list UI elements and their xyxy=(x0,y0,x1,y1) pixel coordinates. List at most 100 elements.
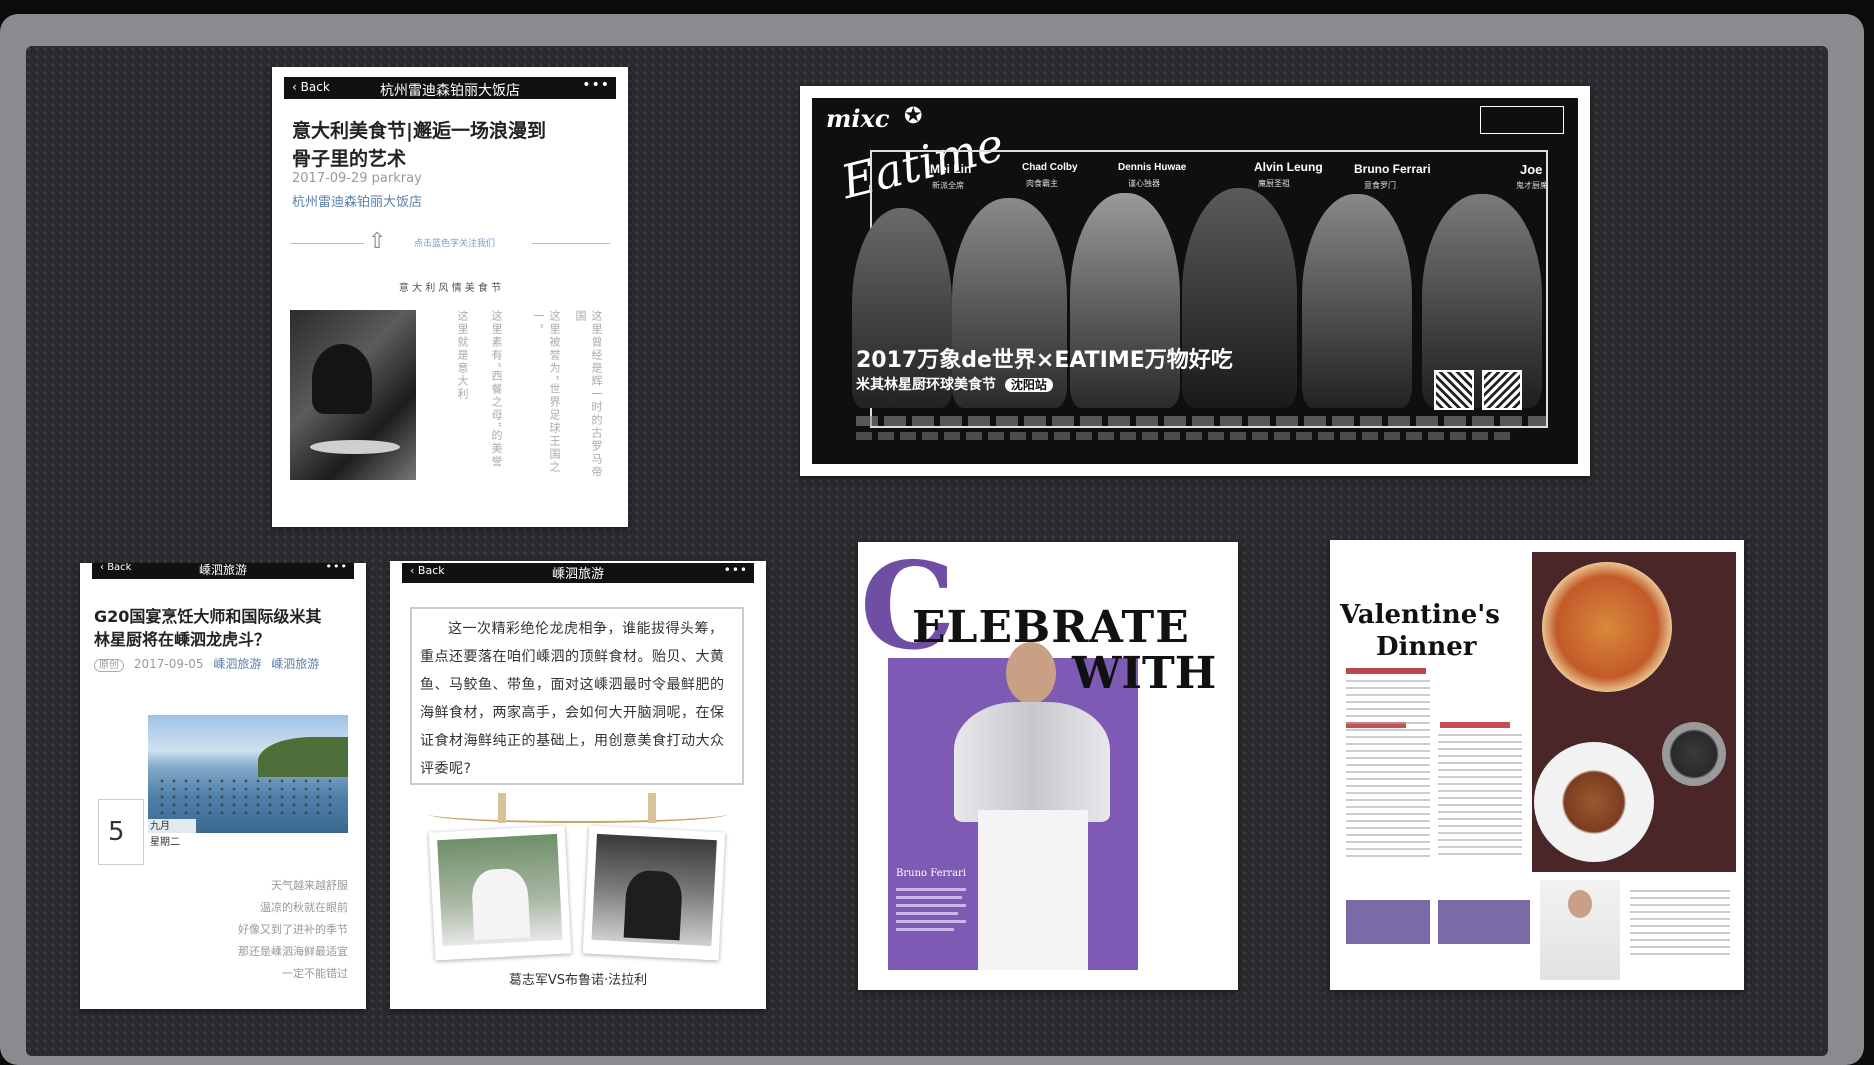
text-column-left xyxy=(1346,680,1430,860)
qr-code-1 xyxy=(1434,370,1474,410)
nav-title: 嵊泗旅游 xyxy=(198,563,247,577)
chef-whites-left xyxy=(470,867,531,941)
body-line xyxy=(896,888,966,891)
magazine-celebrate[interactable]: C ELEBRATE WITH Bruno Ferrari xyxy=(858,542,1238,990)
chef-title-5: 意食罗门 xyxy=(1364,181,1396,190)
divider-right xyxy=(532,243,610,244)
chef-title-4: 魔厨圣祖 xyxy=(1258,179,1290,188)
poster-headline: 2017万象de世界×EATIME万物好吃 xyxy=(856,348,1233,373)
chef-name-3: Dennis Huwae xyxy=(1118,162,1187,173)
chef-small-head xyxy=(1568,890,1592,918)
body-line xyxy=(896,912,958,915)
article-account-link[interactable]: 嵊泗旅游 xyxy=(271,657,319,671)
text-column-bottom-right xyxy=(1630,890,1730,960)
article-card-shengsi[interactable]: ‹ Back 嵊泗旅游 ••• G20国宴烹饪大师和国际级米其 林星厨将在嵊泗龙… xyxy=(80,563,366,1009)
magazine-valentines[interactable]: Valentine's Dinner xyxy=(1330,540,1744,990)
poem-lines: 天气越来越舒服 温凉的秋就在眼前 好像又到了进补的季节 那还是嵊泗海鲜最适宜 一… xyxy=(238,879,348,980)
chef-photo xyxy=(290,310,416,480)
chef-caption-name: Bruno Ferrari xyxy=(896,868,967,879)
nav-bar: ‹ Back 嵊泗旅游 ••• xyxy=(92,563,354,579)
food-photo xyxy=(1532,552,1736,872)
poster-footer-info-2 xyxy=(856,432,1516,440)
poster-subline: 米其林星厨环球美食节 沈阳站 xyxy=(856,374,1053,394)
vertical-text-3: 这里被誉为“世界足球王国之一” xyxy=(532,310,561,474)
valentines-title-line2: Dinner xyxy=(1376,632,1477,662)
chef-name-4: Alvin Leung xyxy=(1254,160,1323,174)
star-emblem-icon: ✪ xyxy=(904,104,923,129)
partner-logos xyxy=(1480,106,1564,134)
chef-figure-5 xyxy=(1302,194,1412,408)
chef-name-2: Chad Colby xyxy=(1022,162,1078,173)
more-icon[interactable]: ••• xyxy=(724,563,748,577)
body-line xyxy=(896,904,966,907)
up-arrow-icon: ⇧ xyxy=(368,229,387,254)
red-heading-3 xyxy=(1440,722,1510,728)
boats-pattern xyxy=(156,777,336,817)
chef-title-1: 新派全席 xyxy=(932,181,964,190)
clip-left xyxy=(498,793,506,823)
pizza-shape xyxy=(1542,562,1672,692)
valentines-title-line1: Valentine's xyxy=(1340,600,1500,630)
article-card-hangzhou[interactable]: ‹ Back 杭州雷迪森铂丽大饭店 ••• 意大利美食节|邂逅一场浪漫到 骨子里… xyxy=(272,67,628,527)
nav-bar: ‹ Back 嵊泗旅游 ••• xyxy=(402,563,754,583)
date-day: 5 xyxy=(108,817,125,847)
purple-box-2 xyxy=(1438,900,1530,944)
divider-left xyxy=(290,243,364,244)
poster-background: mixc ✪ Eatime Mei Lin 新派全席 Chad Colby 肉食… xyxy=(812,98,1578,464)
chef-title-3: 谨心独器 xyxy=(1128,179,1160,188)
article-account[interactable]: 嵊泗旅游 xyxy=(213,657,261,671)
red-heading-1 xyxy=(1346,668,1426,674)
nav-bar: ‹ Back 杭州雷迪森铂丽大饭店 ••• xyxy=(284,77,616,99)
chef-name-5: Bruno Ferrari xyxy=(1354,162,1431,176)
polaroid-left xyxy=(428,825,572,961)
hanging-string xyxy=(428,805,728,823)
text-column-right xyxy=(1438,734,1522,860)
island-shape xyxy=(258,737,348,777)
headline-with: WITH xyxy=(1072,648,1217,699)
nav-title: 杭州雷迪森铂丽大饭店 xyxy=(380,83,520,99)
article-date-author: 2017-09-29 parkray xyxy=(292,171,422,186)
chef-title-2: 肉食霸主 xyxy=(1026,179,1058,188)
chef-title-6: 鬼才厨魔 xyxy=(1516,181,1548,190)
chef-head xyxy=(1006,642,1056,704)
clip-right xyxy=(648,793,656,823)
city-badge: 沈阳站 xyxy=(1004,378,1053,392)
chef-name-1: Mei Lin xyxy=(930,162,972,176)
polaroid-right xyxy=(582,825,726,961)
plate-shape xyxy=(1534,742,1654,862)
eatime-poster[interactable]: mixc ✪ Eatime Mei Lin 新派全席 Chad Colby 肉食… xyxy=(800,86,1590,476)
nav-title: 嵊泗旅游 xyxy=(551,567,604,582)
purple-box-1 xyxy=(1346,900,1430,944)
article-title: 意大利美食节|邂逅一场浪漫到 骨子里的艺术 xyxy=(292,120,546,170)
chef-apron xyxy=(978,810,1088,970)
body-line xyxy=(896,896,962,899)
qr-code-2 xyxy=(1482,370,1522,410)
vertical-text-4: 这里曾经是辉一时的古罗马帝国 xyxy=(574,310,603,479)
body-text-box: 这一次精彩绝伦龙虎相争，谁能拔得头筹，重点还要落在咱们嵊泗的顶鲜食材。贻贝、大黄… xyxy=(410,607,744,785)
more-icon[interactable]: ••• xyxy=(582,77,610,93)
plate-shape xyxy=(310,440,400,454)
photo-caption: 葛志军VS布鲁诺·法拉利 xyxy=(508,973,648,988)
poster-footer-info xyxy=(856,416,1546,426)
chef-small-photo xyxy=(1540,880,1620,980)
section-heading: 意 大 利 风 情 美 食 节 xyxy=(398,283,502,294)
date-month-box: 九月 星期二 xyxy=(146,819,196,853)
article-card-competition[interactable]: ‹ Back 嵊泗旅游 ••• 这一次精彩绝伦龙虎相争，谁能拔得头筹，重点还要落… xyxy=(390,561,766,1009)
more-icon[interactable]: ••• xyxy=(326,563,348,573)
follow-tag[interactable]: 点击蓝色字关注我们 xyxy=(414,236,495,249)
article-date: 2017-09-05 xyxy=(133,657,204,671)
body-line xyxy=(896,928,954,931)
vertical-text-2: 这里素有“西餐之母”的美誉 xyxy=(490,310,503,469)
article-account-link[interactable]: 杭州雷迪森铂丽大饭店 xyxy=(292,191,422,210)
bowl-shape xyxy=(1662,722,1726,786)
article-meta: 原创 2017-09-05 嵊泗旅游 嵊泗旅游 xyxy=(94,655,319,672)
chef-name-6: Joe xyxy=(1520,162,1543,177)
original-badge: 原创 xyxy=(94,659,124,672)
harbor-photo xyxy=(148,715,348,833)
chef-jacket xyxy=(954,702,1110,822)
vertical-text-1: 这里就是意大利 xyxy=(456,310,469,401)
body-line xyxy=(896,920,966,923)
poster-brand-logo: mixc xyxy=(826,104,890,133)
article-title: G20国宴烹饪大师和国际级米其 林星厨将在嵊泗龙虎斗？ xyxy=(94,607,322,649)
chef-figure-3 xyxy=(1070,193,1180,408)
